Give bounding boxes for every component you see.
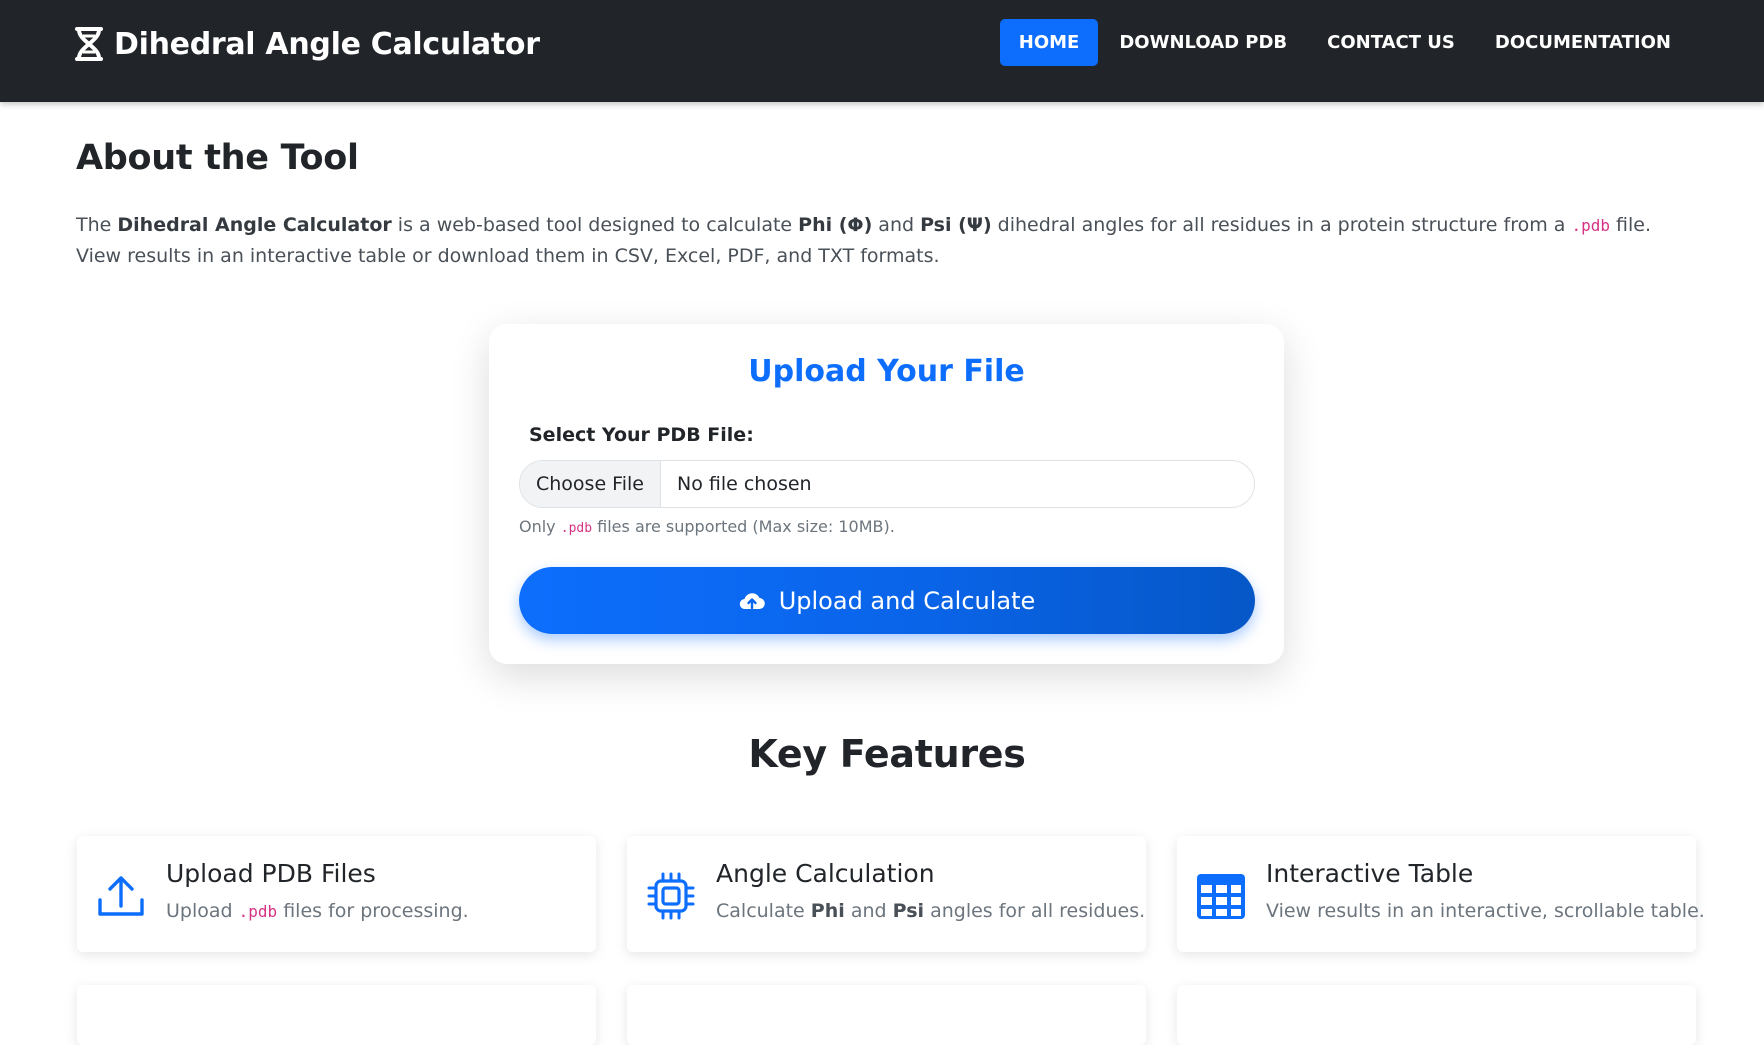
feature-card-table: Interactive Table View results in an int… xyxy=(1177,836,1705,952)
feature-desc: Calculate Phi and Psi angles for all res… xyxy=(716,900,1145,922)
about-text-and: and xyxy=(872,214,921,236)
choose-file-button[interactable]: Choose File xyxy=(520,461,661,507)
nav-links: HOME DOWNLOAD PDB CONTACT US DOCUMENTATI… xyxy=(999,19,1690,66)
upload-icon xyxy=(98,876,144,916)
feature-desc-mid: and xyxy=(850,900,887,922)
features-title: Key Features xyxy=(748,732,1026,776)
about-psi: Psi (Ψ) xyxy=(920,214,992,236)
about-text: The Dihedral Angle Calculator is a web-b… xyxy=(76,210,1696,271)
pdb-file-input[interactable]: Choose File No file chosen xyxy=(519,460,1255,508)
brand-title: Dihedral Angle Calculator xyxy=(114,26,540,62)
cloud-upload-icon xyxy=(739,592,765,609)
file-help-text: Only .pdb files are supported (Max size:… xyxy=(519,514,895,542)
upload-calculate-button[interactable]: Upload and Calculate xyxy=(519,567,1255,634)
feature-desc-pre: Calculate xyxy=(716,900,805,922)
about-text-the: The xyxy=(76,214,112,236)
cpu-icon xyxy=(647,872,695,920)
navbar: Dihedral Angle Calculator HOME DOWNLOAD … xyxy=(0,0,1764,102)
table-icon xyxy=(1197,874,1245,919)
nav-contact-us-link[interactable]: CONTACT US xyxy=(1308,19,1474,66)
feature-desc: View results in an interactive, scrollab… xyxy=(1266,900,1705,922)
feature-title: Upload PDB Files xyxy=(166,859,376,888)
feature-card-angle: Angle Calculation Calculate Phi and Psi … xyxy=(627,836,1146,952)
nav-download-pdb-link[interactable]: DOWNLOAD PDB xyxy=(1100,19,1306,66)
file-help-post: files are supported (Max size: 10MB). xyxy=(597,517,895,536)
feature-card xyxy=(77,985,596,1045)
about-phi: Phi (Φ) xyxy=(798,214,873,236)
nav-home-link[interactable]: HOME xyxy=(999,19,1099,66)
feature-card xyxy=(627,985,1146,1045)
about-tool-name: Dihedral Angle Calculator xyxy=(117,214,392,236)
file-status: No file chosen xyxy=(676,473,812,495)
upload-calculate-label: Upload and Calculate xyxy=(778,586,1036,615)
feature-title: Angle Calculation xyxy=(716,859,935,888)
feature-desc-post: files for processing. xyxy=(283,900,469,922)
about-title: About the Tool xyxy=(76,138,359,178)
nav-documentation-link[interactable]: DOCUMENTATION xyxy=(1476,19,1690,66)
file-help-ext: .pdb xyxy=(560,521,593,536)
feature-card-upload: Upload PDB Files Upload .pdb files for p… xyxy=(77,836,596,952)
about-text-part1: is a web-based tool designed to calculat… xyxy=(391,214,799,236)
feature-desc-psi: Psi xyxy=(892,900,925,922)
file-help-pre: Only xyxy=(519,517,556,536)
feature-desc: Upload .pdb files for processing. xyxy=(166,900,469,922)
feature-desc-phi: Phi xyxy=(810,900,845,922)
about-text-part2: dihedral angles for all residues in a pr… xyxy=(991,214,1572,236)
feature-desc-ext: .pdb xyxy=(238,902,278,921)
pdb-file-label: Select Your PDB File: xyxy=(529,424,754,446)
feature-desc-post: angles for all residues. xyxy=(930,900,1146,922)
feature-title: Interactive Table xyxy=(1266,859,1474,888)
about-pdb-ext: .pdb xyxy=(1571,216,1610,235)
upload-title: Upload Your File xyxy=(748,354,1025,389)
upload-card: Upload Your File Select Your PDB File: C… xyxy=(489,324,1284,664)
brand[interactable]: Dihedral Angle Calculator xyxy=(74,26,540,62)
feature-desc-pre: Upload xyxy=(166,900,233,922)
dna-icon xyxy=(75,27,103,61)
feature-card xyxy=(1177,985,1696,1045)
